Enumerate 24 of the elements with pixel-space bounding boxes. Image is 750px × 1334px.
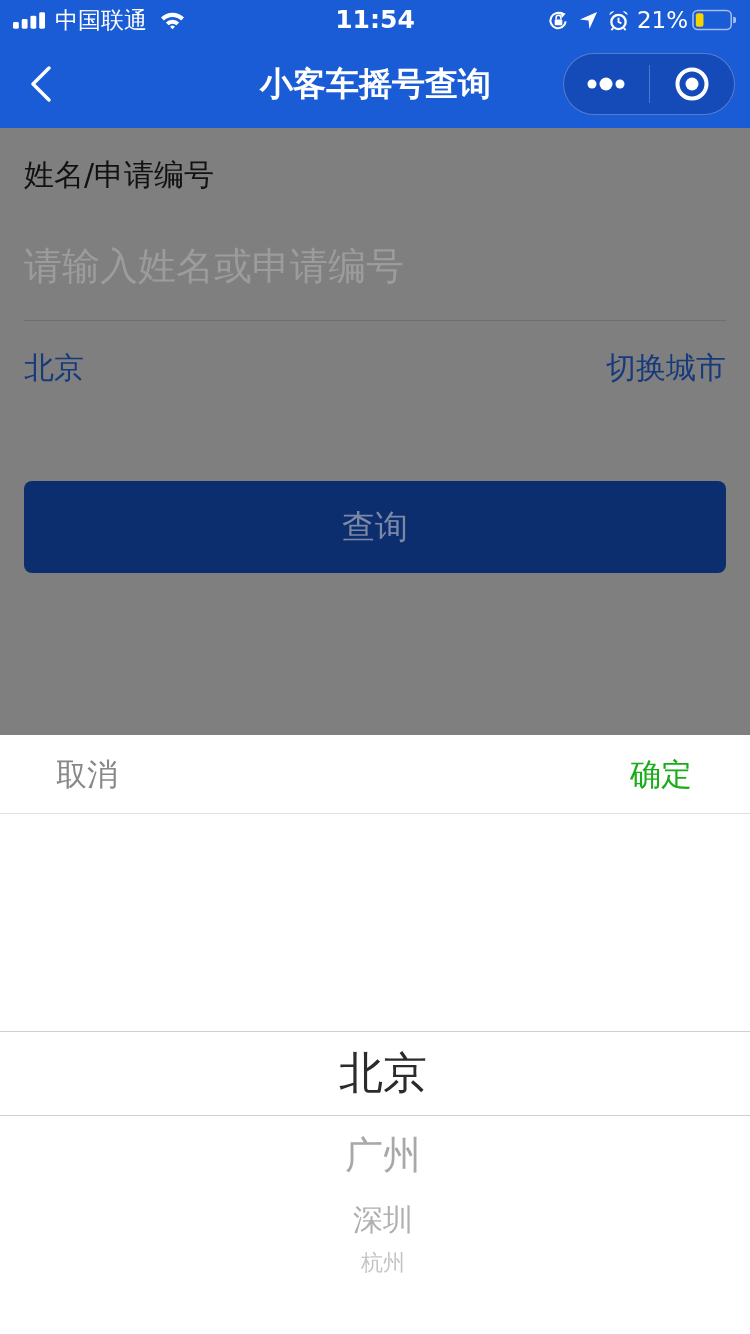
battery-icon — [692, 9, 736, 31]
confirm-button[interactable]: 确定 — [630, 754, 692, 794]
more-dots-icon — [587, 77, 626, 91]
query-button[interactable]: 查询 — [24, 481, 726, 573]
picker-option[interactable]: 杭州 — [361, 1246, 405, 1280]
picker-option[interactable]: 广州 — [345, 1116, 421, 1194]
page-title: 小客车摇号查询 — [259, 64, 491, 104]
picker-option[interactable]: 北京 — [0, 1031, 750, 1116]
field-label: 姓名/申请编号 — [24, 156, 215, 194]
cancel-button[interactable]: 取消 — [56, 754, 118, 794]
status-time: 11:54 — [335, 5, 415, 35]
battery-percent: 21% — [636, 6, 688, 34]
rotation-lock-icon — [547, 9, 569, 31]
back-button[interactable] — [30, 66, 52, 102]
alarm-clock-icon — [607, 9, 629, 31]
target-ring-icon — [674, 67, 709, 101]
wifi-icon — [160, 10, 185, 30]
picker-option[interactable]: 深圳 — [353, 1194, 413, 1246]
location-arrow-icon — [578, 10, 598, 30]
signal-icon — [13, 11, 46, 29]
chevron-left-icon — [30, 66, 52, 102]
current-city: 北京 — [24, 349, 84, 387]
carrier-name: 中国联通 — [55, 6, 147, 34]
switch-city-link[interactable]: 切换城市 — [606, 348, 726, 388]
